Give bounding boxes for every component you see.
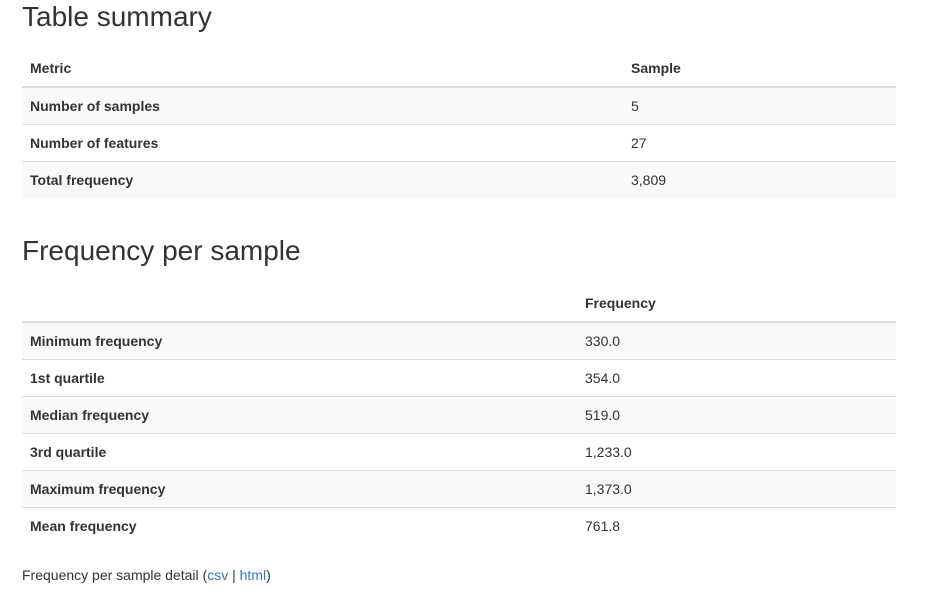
table-summary-header-row: Metric Sample: [22, 50, 896, 88]
row-value: 761.8: [577, 507, 896, 544]
link-separator: |: [228, 567, 240, 583]
frequency-per-sample-title: Frequency per sample: [22, 235, 301, 266]
row-value: 330.0: [585, 333, 621, 349]
row-value: 5: [631, 98, 639, 114]
column-header-frequency: Frequency: [577, 285, 896, 323]
table-summary-title: Table summary: [22, 1, 212, 32]
frequency-per-sample-table: Frequency Minimum frequency 330.0 1st qu…: [22, 285, 896, 544]
row-label: Total frequency: [22, 161, 623, 198]
table-row: Minimum frequency 330.0: [22, 322, 896, 360]
row-label: 1st quartile: [22, 359, 577, 397]
csv-link[interactable]: csv: [207, 567, 228, 583]
table-summary: Metric Sample Number of samples 5 Number…: [22, 50, 896, 198]
frequency-detail-links: Frequency per sample detail (csv | html): [22, 565, 271, 585]
row-label: Number of samples: [30, 98, 160, 114]
row-value: 354.0: [577, 359, 896, 397]
table-row: 3rd quartile 1,233.0: [22, 433, 896, 471]
table-row: 1st quartile 354.0: [22, 359, 896, 397]
row-value: 3,809: [623, 161, 896, 198]
table-row: Total frequency 3,809: [22, 161, 896, 198]
row-label: Number of features: [22, 124, 623, 162]
row-label: Minimum frequency: [30, 333, 163, 349]
table-row: Mean frequency 761.8: [22, 507, 896, 544]
table-row: Maximum frequency 1,373.0: [22, 470, 896, 508]
row-label: Maximum frequency: [22, 470, 577, 508]
table-row: Median frequency 519.0: [22, 396, 896, 434]
row-value: 1,233.0: [577, 433, 896, 471]
page: Table summary Metric Sample Number of sa…: [0, 0, 942, 609]
row-label: Mean frequency: [22, 507, 577, 544]
table-row: Number of samples 5: [22, 87, 896, 125]
table-row: Number of features 27: [22, 124, 896, 162]
row-value: 27: [623, 124, 896, 162]
row-label: 3rd quartile: [22, 433, 577, 471]
frequency-header-row: Frequency: [22, 285, 896, 323]
detail-text: Frequency per sample detail (: [22, 567, 208, 583]
column-header-blank: [22, 285, 577, 323]
html-link[interactable]: html: [240, 567, 266, 583]
column-header-sample: Sample: [623, 50, 896, 88]
detail-close-paren: ): [266, 567, 271, 583]
column-header-metric: Metric: [22, 50, 623, 88]
row-value: 519.0: [577, 396, 896, 434]
row-label: Median frequency: [22, 396, 577, 434]
row-value: 1,373.0: [577, 470, 896, 508]
